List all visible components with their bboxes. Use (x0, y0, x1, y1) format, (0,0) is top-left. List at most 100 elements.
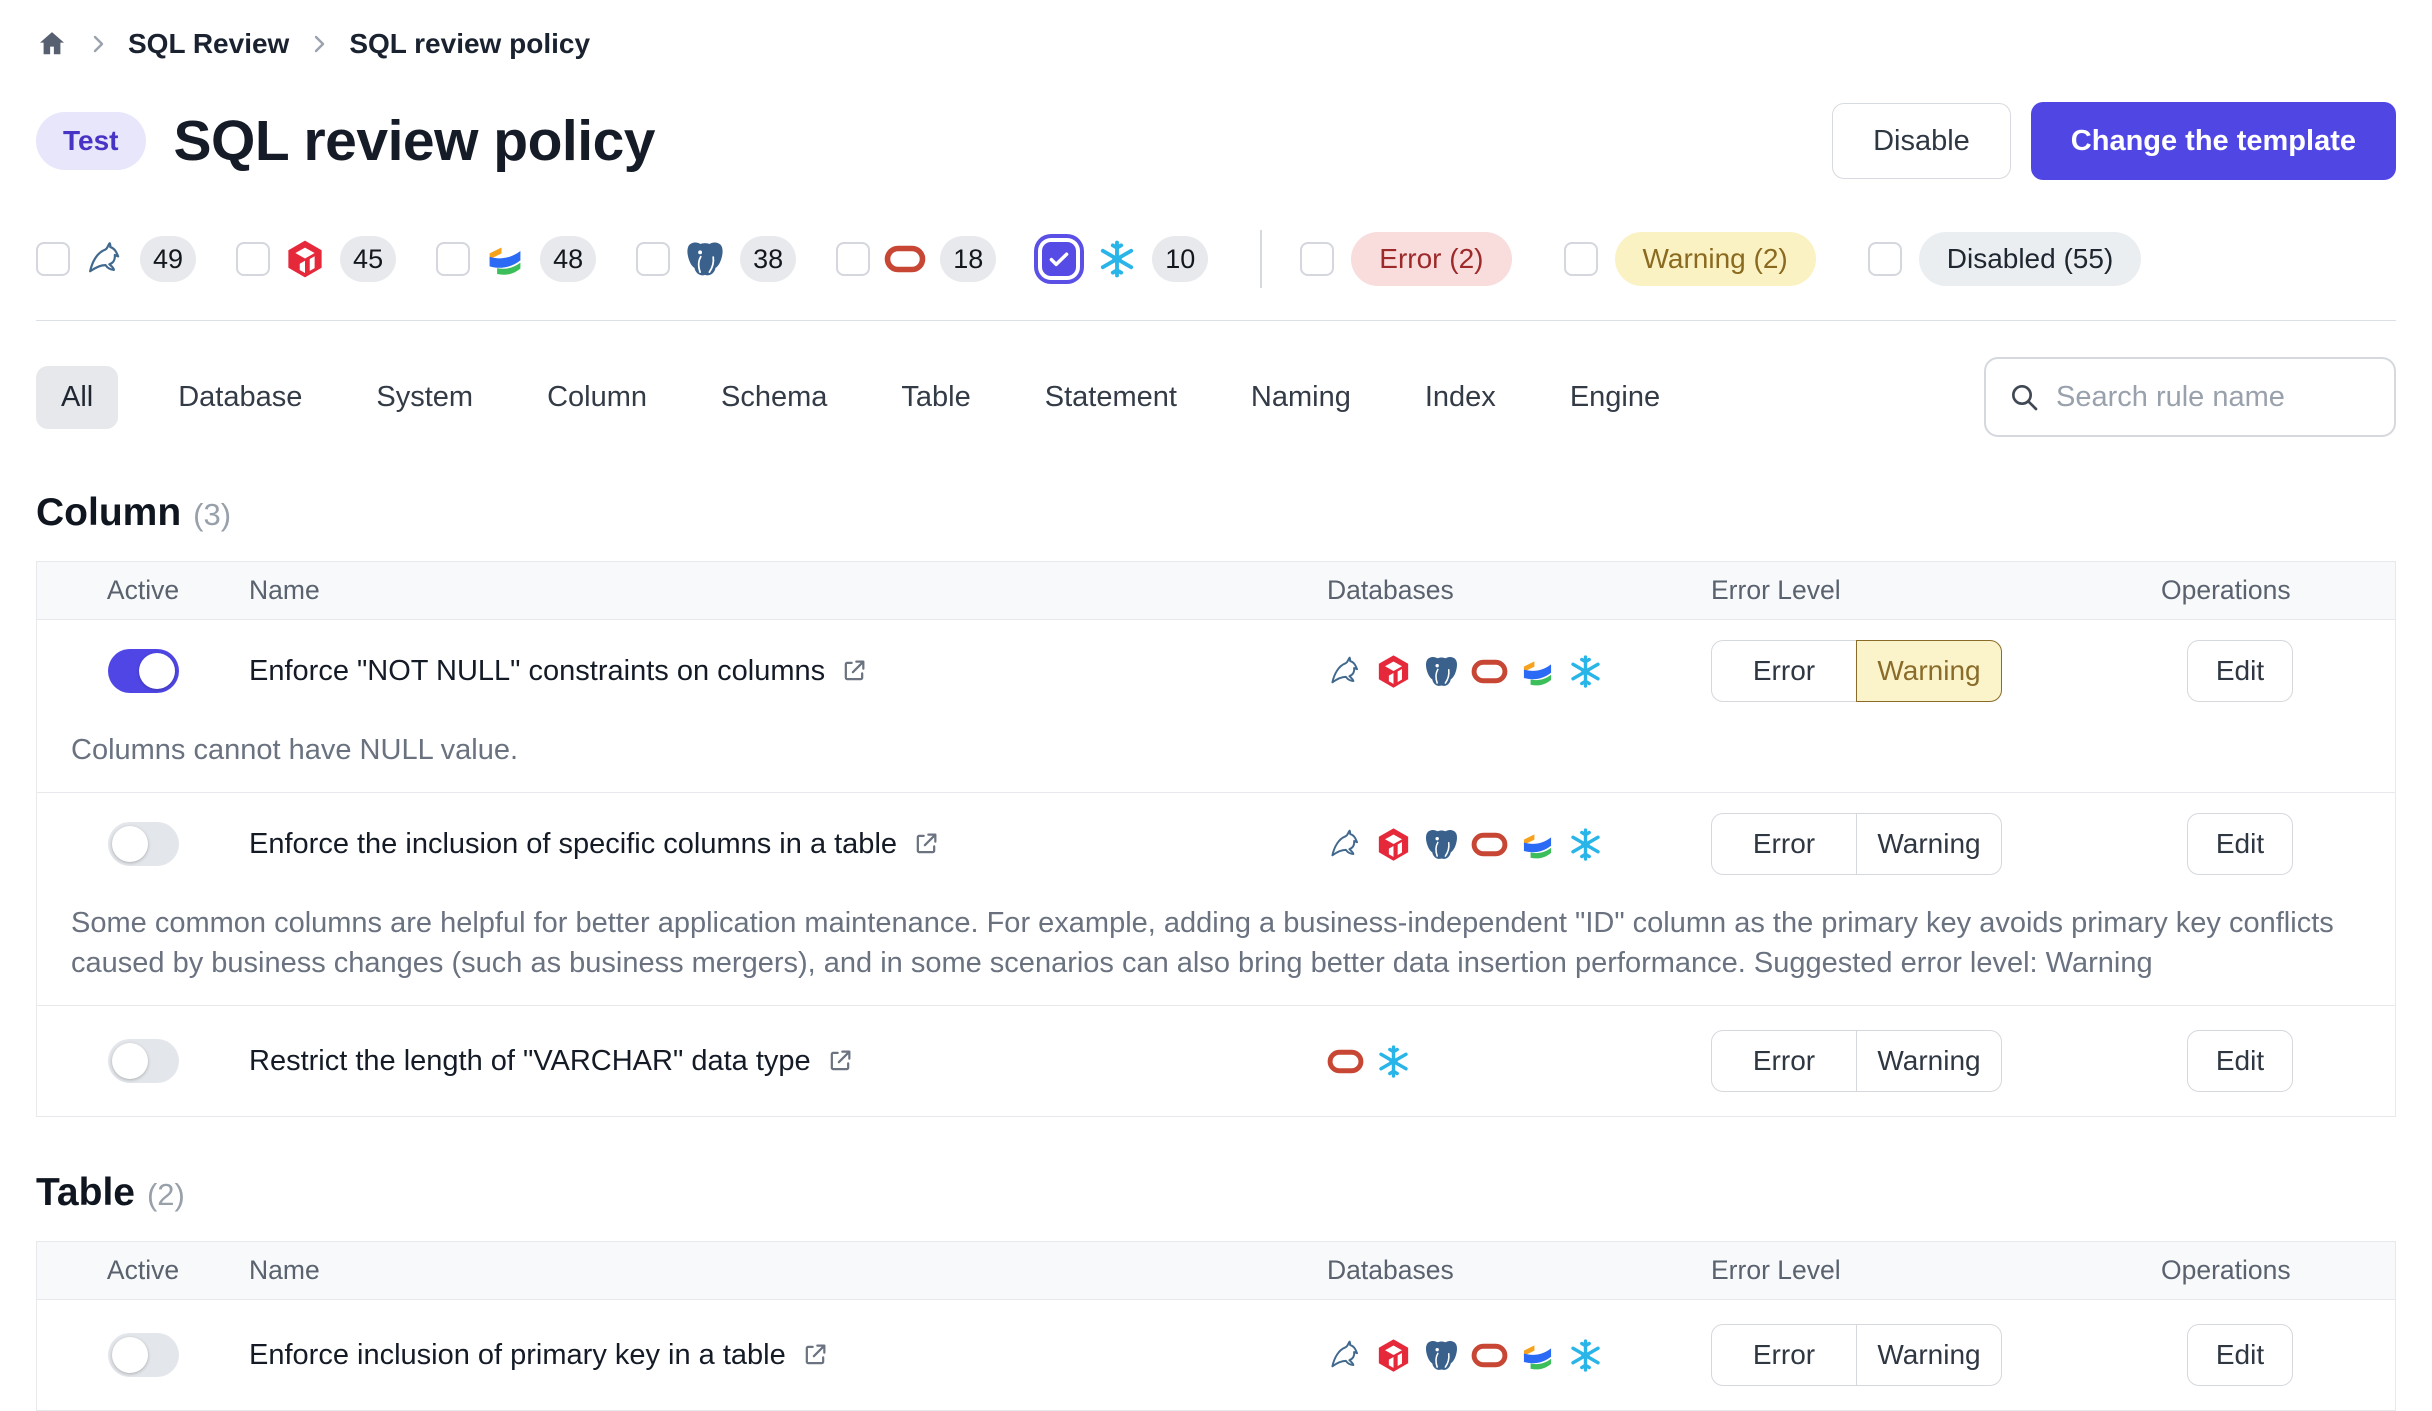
mysql-rule-count: 49 (140, 236, 196, 282)
tab-database[interactable]: Database (178, 366, 302, 429)
rule-active-toggle-on[interactable] (108, 649, 179, 693)
mysql-checkbox[interactable] (36, 242, 70, 276)
snowflake-checkbox-checked[interactable] (1042, 242, 1076, 276)
tidb-icon (1375, 653, 1412, 690)
rule-name[interactable]: Restrict the length of "VARCHAR" data ty… (249, 1045, 811, 1078)
column-header-active: Active (37, 1255, 249, 1286)
external-link-icon[interactable] (801, 1341, 829, 1369)
error-level-warning-button-selected[interactable]: Warning (1856, 640, 2002, 702)
error-level-checkbox[interactable] (1300, 242, 1334, 276)
snowflake-icon (1567, 1337, 1604, 1374)
rule-description: Columns cannot have NULL value. (37, 720, 2395, 792)
column-header-databases: Databases (1327, 575, 1711, 606)
chevron-right-icon (86, 32, 110, 56)
postgres-rule-count: 38 (740, 236, 796, 282)
external-link-icon[interactable] (826, 1047, 854, 1075)
toggle-knob (112, 1337, 148, 1373)
rule-name[interactable]: Enforce inclusion of primary key in a ta… (249, 1339, 786, 1372)
section-title: Column (36, 491, 181, 535)
edit-button[interactable]: Edit (2187, 1030, 2293, 1092)
rule-name[interactable]: Enforce "NOT NULL" constraints on column… (249, 655, 825, 688)
level-filter-disabled[interactable]: Disabled (55) (1868, 232, 2142, 286)
error-level-warning-button[interactable]: Warning (1856, 1030, 2002, 1092)
column-header-active: Active (37, 575, 249, 606)
rule-row-specific-columns: Enforce the inclusion of specific column… (37, 792, 2395, 1005)
error-level-warning-button[interactable]: Warning (1856, 813, 2002, 875)
error-level-error-button[interactable]: Error (1711, 813, 1857, 875)
engine-filter-oceanbase[interactable]: 48 (436, 236, 596, 282)
section-heading-table: Table (2) (36, 1171, 2396, 1215)
chevron-right-icon (307, 32, 331, 56)
postgres-icon (684, 238, 726, 280)
oceanbase-icon (1519, 653, 1556, 690)
engine-filter-snowflake[interactable]: 10 (1036, 236, 1208, 282)
rule-active-toggle-off[interactable] (108, 1333, 179, 1377)
column-header-error-level: Error Level (1711, 575, 2161, 606)
tab-statement[interactable]: Statement (1045, 366, 1177, 429)
tab-all[interactable]: All (36, 366, 118, 429)
tidb-checkbox[interactable] (236, 242, 270, 276)
disable-button[interactable]: Disable (1832, 103, 2011, 179)
column-header-operations: Operations (2161, 1255, 2395, 1286)
column-header-name: Name (249, 1255, 1327, 1286)
mysql-icon (1327, 1337, 1364, 1374)
tab-schema[interactable]: Schema (721, 366, 827, 429)
warning-level-checkbox[interactable] (1564, 242, 1598, 276)
change-template-button[interactable]: Change the template (2031, 102, 2396, 180)
oracle-rule-count: 18 (940, 236, 996, 282)
environment-badge[interactable]: Test (36, 112, 146, 170)
page-header: Test SQL review policy Disable Change th… (36, 102, 2396, 180)
error-level-error-button[interactable]: Error (1711, 1324, 1857, 1386)
disabled-level-checkbox[interactable] (1868, 242, 1902, 276)
toggle-knob (139, 653, 175, 689)
error-level-warning-button[interactable]: Warning (1856, 1324, 2002, 1386)
engine-filter-tidb[interactable]: 45 (236, 236, 396, 282)
tab-system[interactable]: System (376, 366, 473, 429)
engine-filter-mysql[interactable]: 49 (36, 236, 196, 282)
edit-button[interactable]: Edit (2187, 640, 2293, 702)
engine-filter-oracle[interactable]: 18 (836, 236, 996, 282)
edit-button[interactable]: Edit (2187, 1324, 2293, 1386)
postgres-icon (1423, 653, 1460, 690)
oracle-icon (1327, 1043, 1364, 1080)
snowflake-icon (1096, 238, 1138, 280)
error-level-segment: Error Warning (1711, 640, 2161, 702)
tab-column[interactable]: Column (547, 366, 647, 429)
column-header-databases: Databases (1327, 1255, 1711, 1286)
error-level-error-button[interactable]: Error (1711, 640, 1857, 702)
filter-bar: 49 45 48 38 18 10 (36, 230, 2396, 288)
oceanbase-checkbox[interactable] (436, 242, 470, 276)
search-rule-input[interactable] (2056, 381, 2372, 414)
external-link-icon[interactable] (840, 657, 868, 685)
rule-databases (1327, 1337, 1711, 1374)
snowflake-icon (1567, 653, 1604, 690)
rule-active-toggle-off[interactable] (108, 1039, 179, 1083)
rule-databases (1327, 653, 1711, 690)
error-level-error-button[interactable]: Error (1711, 1030, 1857, 1092)
rule-databases (1327, 826, 1711, 863)
external-link-icon[interactable] (912, 830, 940, 858)
tab-index[interactable]: Index (1425, 366, 1496, 429)
snowflake-icon (1567, 826, 1604, 863)
section-title: Table (36, 1171, 135, 1215)
edit-button[interactable]: Edit (2187, 813, 2293, 875)
toggle-knob (112, 826, 148, 862)
oracle-checkbox[interactable] (836, 242, 870, 276)
column-header-name: Name (249, 575, 1327, 606)
level-filter-error[interactable]: Error (2) (1300, 232, 1511, 286)
rules-table-column: Active Name Databases Error Level Operat… (36, 561, 2396, 1117)
tab-engine[interactable]: Engine (1570, 366, 1660, 429)
rule-active-toggle-off[interactable] (108, 822, 179, 866)
breadcrumb-sql-review[interactable]: SQL Review (128, 28, 289, 60)
home-icon[interactable] (36, 28, 68, 60)
postgres-checkbox[interactable] (636, 242, 670, 276)
tidb-icon (284, 238, 326, 280)
filter-divider (1260, 230, 1262, 288)
tab-table[interactable]: Table (901, 366, 970, 429)
tab-naming[interactable]: Naming (1251, 366, 1351, 429)
engine-filter-postgres[interactable]: 38 (636, 236, 796, 282)
section-divider (36, 320, 2396, 321)
mysql-icon (1327, 653, 1364, 690)
level-filter-warning[interactable]: Warning (2) (1564, 232, 1816, 286)
rule-name[interactable]: Enforce the inclusion of specific column… (249, 828, 897, 861)
